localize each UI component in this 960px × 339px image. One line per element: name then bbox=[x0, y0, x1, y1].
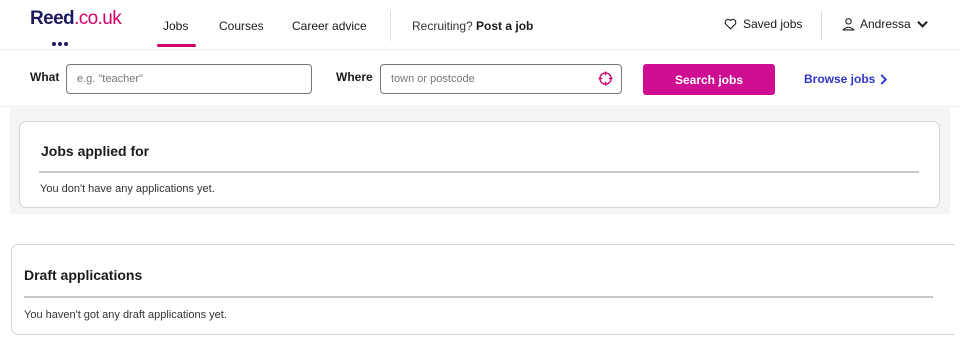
jobs-applied-empty-text: You don't have any applications yet. bbox=[40, 183, 215, 195]
saved-jobs-link[interactable]: Saved jobs bbox=[724, 17, 802, 31]
top-navigation: Reed.co.uk Jobs Courses Career advice Re… bbox=[0, 0, 960, 50]
logo-main: Reed bbox=[30, 8, 75, 29]
user-menu[interactable]: Andressa bbox=[842, 17, 933, 31]
crosshair-icon[interactable] bbox=[598, 71, 613, 86]
section-divider bbox=[39, 171, 919, 173]
draft-applications-empty-text: You haven't got any draft applications y… bbox=[24, 309, 227, 321]
logo-suffix: .co.uk bbox=[74, 8, 122, 29]
draft-applications-card: Draft applications You haven't got any d… bbox=[11, 244, 955, 335]
nav-courses[interactable]: Courses bbox=[219, 19, 264, 33]
nav-divider bbox=[390, 11, 391, 41]
chevron-right-icon bbox=[880, 73, 888, 85]
recruiting-text: Recruiting? bbox=[412, 19, 473, 33]
nav-divider-right bbox=[821, 11, 822, 41]
post-a-job-link[interactable]: Post a job bbox=[476, 19, 533, 33]
jobs-applied-title: Jobs applied for bbox=[41, 143, 150, 159]
recruiting-prompt: Recruiting? Post a job bbox=[412, 19, 533, 33]
logo-dots bbox=[52, 33, 70, 46]
heart-icon bbox=[724, 18, 737, 30]
browse-jobs-label: Browse jobs bbox=[804, 72, 876, 86]
reed-logo[interactable]: Reed.co.uk bbox=[30, 8, 122, 46]
where-label: Where bbox=[336, 70, 373, 84]
user-icon bbox=[842, 18, 855, 31]
saved-jobs-label: Saved jobs bbox=[743, 17, 803, 31]
search-jobs-button[interactable]: Search jobs bbox=[643, 64, 775, 95]
user-name: Andressa bbox=[860, 17, 911, 31]
browse-jobs-link[interactable]: Browse jobs bbox=[804, 72, 888, 86]
what-label: What bbox=[30, 70, 60, 84]
what-input[interactable] bbox=[66, 64, 312, 94]
section-divider bbox=[24, 296, 933, 298]
job-search-bar: What Where Search jobs Browse jobs bbox=[0, 51, 960, 107]
where-input[interactable] bbox=[380, 64, 622, 94]
draft-applications-title: Draft applications bbox=[24, 267, 143, 283]
nav-jobs[interactable]: Jobs bbox=[163, 19, 188, 33]
nav-active-indicator bbox=[157, 44, 196, 47]
jobs-applied-card: Jobs applied for You don't have any appl… bbox=[19, 121, 940, 208]
chevron-down-icon bbox=[916, 20, 928, 28]
nav-career-advice[interactable]: Career advice bbox=[292, 19, 367, 33]
